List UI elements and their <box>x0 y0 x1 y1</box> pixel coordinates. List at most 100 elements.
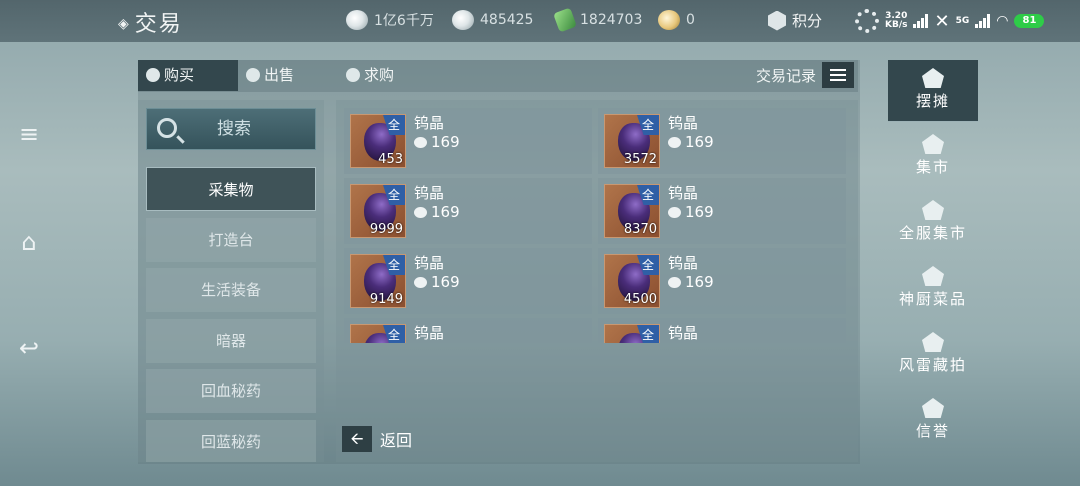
nav-label: 神厨菜品 <box>898 290 967 308</box>
item-thumbnail: 全 <box>604 324 660 343</box>
nav-label: 风雷藏拍 <box>898 356 967 374</box>
item-quantity: 9149 <box>369 292 403 307</box>
trade-panel: 购买 出售 求购 交易记录 搜索 采集物 打造台 生活装备 暗器 回血秘药 回蓝… <box>138 60 860 464</box>
search-button[interactable]: 搜索 <box>146 108 316 150</box>
system-nav: ≡ ⌂ ↩ <box>0 42 60 486</box>
category-health-potions[interactable]: 回血秘药 <box>146 369 316 413</box>
item-card[interactable]: 全 9999 钨晶 169 <box>344 178 592 244</box>
item-name: 钨晶 <box>414 324 445 342</box>
category-mana-potions[interactable]: 回蓝秘药 <box>146 420 316 462</box>
tab-label: 出售 <box>264 66 295 84</box>
currency-jade[interactable]: 1824703 <box>553 7 642 33</box>
item-price: 169 <box>414 203 460 221</box>
item-price: 169 <box>668 203 714 221</box>
item-card[interactable]: 全 钨晶 <box>598 318 846 343</box>
speed-unit: KB/s <box>885 20 908 30</box>
jade-icon <box>553 7 577 33</box>
home-icon[interactable]: ⌂ <box>14 228 44 256</box>
currency-gold[interactable]: 0 <box>658 10 695 30</box>
sell-icon <box>246 68 260 82</box>
item-name: 钨晶 <box>668 114 699 132</box>
score-button[interactable]: 积分 <box>768 10 822 31</box>
category-hidden-weapons[interactable]: 暗器 <box>146 319 316 363</box>
item-card[interactable]: 全 3572 钨晶 169 <box>598 108 846 174</box>
settings-gear-icon[interactable] <box>855 9 879 33</box>
nav-reputation[interactable]: 信誉 <box>888 390 978 452</box>
item-name: 钨晶 <box>668 254 699 272</box>
item-card[interactable]: 全 453 钨晶 169 <box>344 108 592 174</box>
category-gatherables[interactable]: 采集物 <box>146 167 316 211</box>
item-price: 169 <box>414 273 460 291</box>
category-forge[interactable]: 打造台 <box>146 218 316 262</box>
back-nav-icon[interactable]: ↩ <box>14 334 44 362</box>
item-thumbnail: 全 8370 <box>604 184 660 238</box>
nav-chef-dishes[interactable]: 神厨菜品 <box>888 258 978 320</box>
search-label: 搜索 <box>217 119 251 139</box>
item-name: 钨晶 <box>668 184 699 202</box>
silver-ingot-icon <box>668 206 681 218</box>
top-bar: ◈ 交易 1亿6千万 485425 1824703 0 积分 3.20 KB/s ✕… <box>0 0 1080 42</box>
currency-silver[interactable]: 485425 <box>452 10 533 30</box>
score-label: 积分 <box>792 12 823 30</box>
price-value: 169 <box>431 273 460 291</box>
item-card[interactable]: 全 钨晶 <box>344 318 592 343</box>
signal-bars-icon <box>913 14 929 28</box>
silver-ingot-icon <box>452 10 474 30</box>
item-thumbnail: 全 <box>350 324 406 343</box>
nav-global-market[interactable]: 全服集市 <box>888 192 978 254</box>
item-card[interactable]: 全 4500 钨晶 169 <box>598 248 846 314</box>
item-grid: 全 453 钨晶 169 全 3572 钨晶 169 全 9999 钨晶 169 全8… <box>344 108 854 343</box>
item-quantity: 8370 <box>623 222 657 237</box>
menu-icon[interactable]: ≡ <box>14 120 44 148</box>
signal-bars-icon <box>975 14 991 28</box>
currency-value: 1亿6千万 <box>374 13 434 29</box>
silver-ingot-icon <box>414 136 427 148</box>
category-life-equipment[interactable]: 生活装备 <box>146 268 316 312</box>
nav-label: 集市 <box>915 158 950 176</box>
network-speed: 3.20 KB/s <box>885 12 907 30</box>
page-title: ◈ 交易 <box>118 6 183 38</box>
price-value: 169 <box>431 203 460 221</box>
item-name: 钨晶 <box>414 254 445 272</box>
tab-buy[interactable]: 购买 <box>138 60 238 91</box>
status-bar: 3.20 KB/s ✕ 5G ◠ 81 <box>855 6 1045 36</box>
item-price: 169 <box>668 133 714 151</box>
item-quantity: 9999 <box>369 222 403 237</box>
silver-ingot-icon <box>668 276 681 288</box>
nav-label: 全服集市 <box>898 224 967 242</box>
item-name: 钨晶 <box>668 324 699 342</box>
nav-market[interactable]: 集市 <box>888 126 978 188</box>
stall-icon <box>922 68 944 88</box>
silver-ingot-icon <box>414 206 427 218</box>
currency-coin[interactable]: 1亿6千万 <box>346 10 434 30</box>
item-price: 169 <box>414 133 460 151</box>
item-thumbnail: 全 4500 <box>604 254 660 308</box>
tab-request[interactable]: 求购 <box>338 60 394 91</box>
diamond-icon: ◈ <box>118 16 131 32</box>
nav-auction[interactable]: 风雷藏拍 <box>888 324 978 386</box>
nav-stall[interactable]: 摆摊 <box>888 60 978 122</box>
no-signal-icon: ✕ <box>934 10 950 32</box>
item-card[interactable]: 全 9149 钨晶 169 <box>344 248 592 314</box>
price-value: 169 <box>685 273 714 291</box>
item-price: 169 <box>668 273 714 291</box>
item-card[interactable]: 全 8370 钨晶 169 <box>598 178 846 244</box>
tab-bar: 购买 出售 求购 交易记录 <box>138 60 858 92</box>
item-name: 钨晶 <box>414 184 445 202</box>
right-nav: 摆摊 集市 全服集市 神厨菜品 风雷藏拍 信誉 <box>888 60 978 460</box>
page-title-text: 交易 <box>134 12 183 37</box>
item-quantity: 3572 <box>623 152 657 167</box>
scale-icon <box>922 134 944 154</box>
price-value: 169 <box>431 133 460 151</box>
gavel-icon <box>922 332 944 352</box>
back-button[interactable]: 🡨 返回 <box>342 426 412 452</box>
item-name: 钨晶 <box>414 114 445 132</box>
tab-sell[interactable]: 出售 <box>238 60 294 91</box>
currency-value: 0 <box>686 12 695 28</box>
item-thumbnail: 全 453 <box>350 114 406 168</box>
trade-records-button[interactable]: 交易记录 <box>756 62 854 88</box>
request-icon <box>346 68 360 82</box>
dish-icon <box>922 266 944 286</box>
back-arrow-icon: 🡨 <box>342 426 372 452</box>
search-icon <box>157 118 177 138</box>
